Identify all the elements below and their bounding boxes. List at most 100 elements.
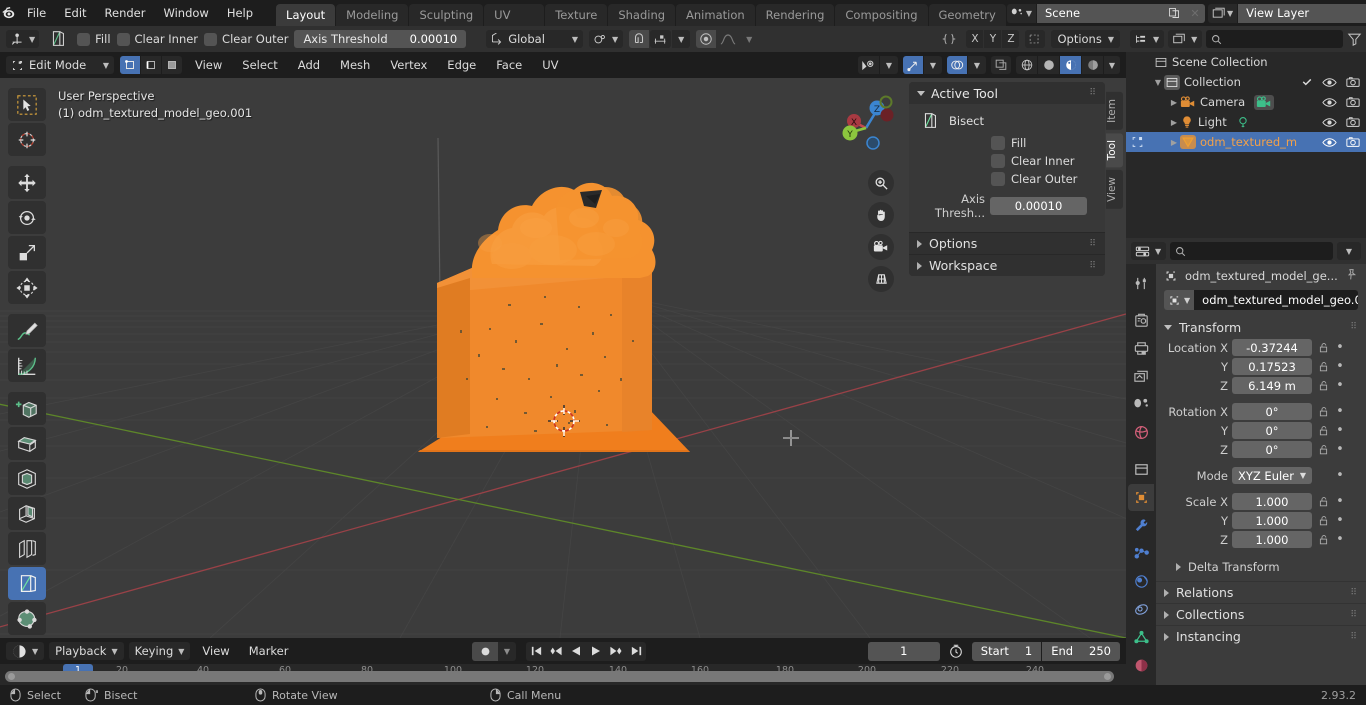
object-properties-tab[interactable]: [1128, 484, 1154, 511]
particle-properties-tab[interactable]: [1128, 540, 1154, 567]
new-scene-icon[interactable]: [1163, 4, 1185, 23]
outliner-filter-id-icon[interactable]: ▼: [1168, 30, 1202, 48]
object-id-field[interactable]: ▼ odm_textured_model_geo.0...: [1156, 288, 1366, 316]
add-cube-tool[interactable]: [8, 392, 46, 425]
inset-faces-tool[interactable]: [8, 462, 46, 495]
clear-outer-checkbox-box[interactable]: [204, 33, 217, 46]
annotate-tool[interactable]: [8, 314, 46, 347]
fill-checkbox-box[interactable]: [77, 33, 90, 46]
properties-search-input[interactable]: [1170, 242, 1333, 260]
lock-icon[interactable]: [1316, 380, 1330, 391]
workspace-tab-modeling[interactable]: Modeling: [336, 4, 408, 26]
location-x-value[interactable]: -0.37244: [1232, 339, 1312, 356]
checkbox-checked-icon[interactable]: [1301, 76, 1313, 88]
menu-window[interactable]: Window: [154, 4, 217, 23]
workspace-tab-texture-paint[interactable]: Texture Paint: [545, 4, 607, 26]
camera-object-data-icon[interactable]: [1254, 95, 1274, 110]
outliner[interactable]: Scene Collection ▼ Collection ▶: [1126, 52, 1366, 238]
timeline-horizontal-scrollbar[interactable]: [5, 671, 1114, 682]
rotation-x-value[interactable]: 0°: [1232, 403, 1312, 420]
triangle-right-icon[interactable]: [1176, 563, 1181, 571]
blender-logo-icon[interactable]: [0, 0, 18, 26]
face-select-icon[interactable]: [162, 56, 182, 74]
proportional-edit-icon[interactable]: [696, 30, 716, 48]
scale-y-value[interactable]: 1.000: [1232, 512, 1312, 529]
triangle-right-icon[interactable]: [1164, 611, 1169, 619]
object-visibility-icon[interactable]: [858, 56, 879, 74]
rotation-z-value[interactable]: 0°: [1232, 441, 1312, 458]
camera-view-icon[interactable]: [868, 234, 894, 260]
npanel-clear-outer-checkbox[interactable]: Clear Outer: [909, 170, 1105, 188]
properties-editor-icon[interactable]: ▼: [1131, 242, 1166, 260]
scale-z-value[interactable]: 1.000: [1232, 531, 1312, 548]
location-y-value[interactable]: 0.17523: [1232, 358, 1312, 375]
sidebar-tab-item[interactable]: Item: [1106, 92, 1123, 130]
material-properties-tab[interactable]: [1128, 652, 1154, 679]
collapse-arrow-icon[interactable]: ▼: [1152, 78, 1164, 87]
viewport-menu-edge[interactable]: Edge: [440, 56, 483, 74]
jump-to-end-icon[interactable]: [626, 642, 646, 661]
workspace-tab-uv-editing[interactable]: UV Editing: [484, 4, 544, 26]
jump-to-next-keyframe-icon[interactable]: [606, 642, 626, 661]
scene-name[interactable]: Scene: [1037, 4, 1163, 23]
playback-dropdown[interactable]: Playback ▼: [49, 642, 123, 660]
uv-mirror-icon[interactable]: [938, 30, 960, 48]
toggle-xray-icon[interactable]: [991, 56, 1011, 74]
mode-dropdown[interactable]: Edit Mode ▼: [6, 56, 114, 74]
menu-help[interactable]: Help: [218, 4, 262, 23]
smooth-falloff-icon[interactable]: [717, 30, 739, 48]
workspace-tab-sculpting[interactable]: Sculpting: [409, 4, 483, 26]
zoom-view-icon[interactable]: [868, 170, 894, 196]
outliner-search-input[interactable]: [1206, 30, 1343, 48]
animate-property-icon[interactable]: •: [1334, 340, 1346, 355]
animate-property-icon[interactable]: •: [1334, 494, 1346, 509]
view-layer-icon[interactable]: ▼: [1208, 4, 1238, 23]
render-properties-tab[interactable]: [1128, 307, 1154, 334]
viewport-menu-face[interactable]: Face: [489, 56, 529, 74]
lock-icon[interactable]: [1316, 534, 1330, 545]
camera-icon[interactable]: [1346, 116, 1360, 128]
menu-render[interactable]: Render: [96, 4, 155, 23]
workspace-tab-layout[interactable]: Layout: [276, 4, 335, 26]
lock-icon[interactable]: [1316, 444, 1330, 455]
camera-icon[interactable]: [1346, 136, 1360, 148]
workspace-tab-geometry-nodes[interactable]: Geometry Nod: [929, 4, 1006, 26]
outliner-row-odm-textured-model[interactable]: ▶ odm_textured_m: [1126, 132, 1366, 152]
collections-section[interactable]: Collections ⠿: [1156, 603, 1366, 625]
animate-property-icon[interactable]: •: [1334, 423, 1346, 438]
timeline-strip[interactable]: 20 40 60 80 100 120 140 160 180 200 220 …: [0, 664, 1126, 685]
lock-icon[interactable]: [1316, 361, 1330, 372]
timeline-menu-marker[interactable]: Marker: [242, 642, 296, 660]
workspace-tab-rendering[interactable]: Rendering: [756, 4, 835, 26]
snap-increment-icon[interactable]: [650, 30, 671, 48]
expand-arrow-icon[interactable]: ▶: [1168, 98, 1180, 107]
physics-properties-tab[interactable]: [1128, 568, 1154, 595]
edge-select-icon[interactable]: [141, 56, 161, 74]
loop-cut-tool[interactable]: [8, 532, 46, 565]
bisect-tool-icon[interactable]: ▼: [6, 30, 39, 48]
overlays-icon[interactable]: [947, 56, 967, 74]
eye-icon[interactable]: [1322, 117, 1337, 128]
viewport-menu-uv[interactable]: UV: [535, 56, 565, 74]
npanel-workspace-section[interactable]: Workspace ⠿: [909, 254, 1105, 276]
npanel-clear-inner-checkbox-box[interactable]: [991, 154, 1005, 168]
camera-icon[interactable]: [1346, 96, 1360, 108]
sidebar-tab-tool[interactable]: Tool: [1106, 133, 1123, 167]
rendered-shading-icon[interactable]: [1082, 56, 1103, 74]
output-properties-tab[interactable]: [1128, 335, 1154, 362]
auto-keying-icon[interactable]: [472, 642, 498, 661]
filter-funnel-icon[interactable]: [1347, 32, 1362, 46]
visibility-dropdown-chevron-icon[interactable]: ▼: [880, 56, 898, 74]
workspace-tab-shading[interactable]: Shading: [608, 4, 675, 26]
poly-build-tool[interactable]: [8, 602, 46, 635]
mirror-icon[interactable]: [1025, 30, 1045, 48]
npanel-axis-threshold-value[interactable]: 0.00010: [990, 197, 1087, 215]
vertex-select-icon[interactable]: [120, 56, 140, 74]
npanel-options-section[interactable]: Options ⠿: [909, 232, 1105, 254]
scene-selector[interactable]: ▼ Scene ✕: [1007, 4, 1205, 23]
shading-dropdown-chevron-icon[interactable]: ▼: [1104, 56, 1120, 74]
workspace-tab-animation[interactable]: Animation: [676, 4, 755, 26]
view-layer-properties-tab[interactable]: [1128, 363, 1154, 390]
auto-keying-dropdown-chevron-icon[interactable]: ▼: [498, 642, 516, 661]
rotate-tool[interactable]: [8, 201, 46, 234]
